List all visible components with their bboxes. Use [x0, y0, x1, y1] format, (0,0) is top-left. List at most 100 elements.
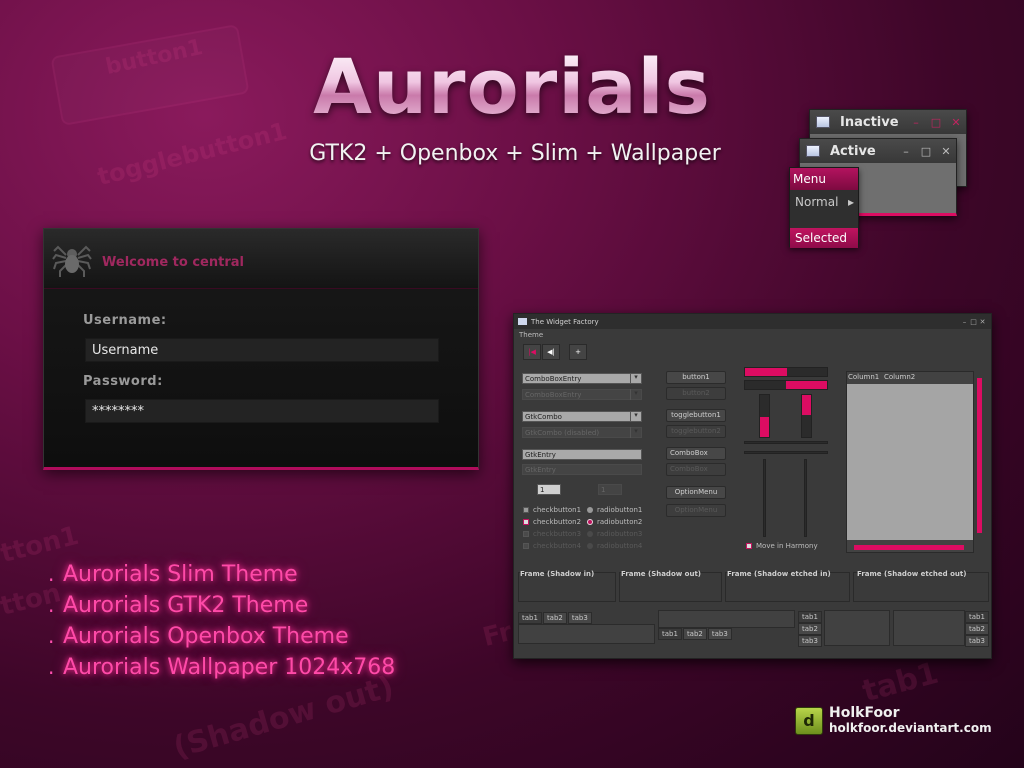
tab-tab2[interactable]: tab2 [542, 612, 567, 624]
gtk-combo[interactable]: GtkCombo ▾ [522, 411, 642, 422]
move-in-harmony-checkbox[interactable]: Move in Harmony [746, 542, 818, 550]
minimize-icon[interactable]: – [896, 145, 916, 158]
tab-tab3[interactable]: tab3 [707, 628, 732, 640]
widget-factory-titlebar[interactable]: The Widget Factory – □ ✕ [514, 314, 991, 329]
minimize-icon[interactable]: – [960, 318, 969, 326]
author-site[interactable]: holkfoor.deviantart.com [829, 721, 992, 735]
tab-tab3[interactable]: tab3 [567, 612, 592, 624]
combobox-entry-text: ComboBoxEntry [525, 375, 582, 383]
togglebutton1[interactable]: togglebutton1 [666, 409, 726, 422]
menu-item-selected[interactable]: Selected [790, 228, 858, 248]
tree-column-header[interactable]: Column1 [848, 373, 879, 381]
close-icon[interactable]: ✕ [936, 145, 956, 158]
radio-icon [587, 531, 593, 537]
add-icon[interactable]: + [569, 344, 587, 360]
notebook-right [893, 610, 965, 646]
checkbutton-label: checkbutton4 [533, 542, 582, 550]
tree-column-header[interactable]: Column2 [884, 373, 915, 381]
progress-fill [786, 381, 827, 389]
tab-tab2[interactable]: tab2 [965, 623, 989, 635]
combobox-entry[interactable]: ComboBoxEntry ▾ [522, 373, 642, 384]
tree-view-body[interactable] [847, 384, 973, 540]
checkbutton3: checkbutton3 [523, 530, 581, 538]
window-icon [816, 116, 830, 128]
submenu-arrow-icon: ▸ [847, 195, 854, 209]
password-field[interactable]: ******** [85, 399, 439, 423]
close-icon[interactable]: ✕ [946, 116, 966, 129]
menu-item-normal[interactable]: Normal ▸ [790, 192, 858, 212]
list-item: . Aurorials Openbox Theme [48, 624, 395, 655]
horizontal-scrollbar[interactable] [854, 545, 964, 550]
tab-tab1[interactable]: tab1 [518, 612, 542, 624]
radiobutton-label: radiobutton3 [597, 530, 643, 538]
author-text: HolkFoor holkfoor.deviantart.com [829, 705, 992, 736]
tab-tab3[interactable]: tab3 [965, 635, 989, 647]
checkbutton1[interactable]: checkbutton1 [523, 506, 581, 514]
chevron-down-icon[interactable]: ▾ [630, 373, 641, 384]
spin-button[interactable]: 1 [537, 484, 561, 495]
author-credit: d HolkFoor holkfoor.deviantart.com [795, 706, 992, 735]
menu-item-label: Normal [795, 195, 839, 209]
gtk-combo-disabled: GtkCombo (disabled) ▾ [522, 427, 642, 438]
tab-tab1[interactable]: tab1 [658, 628, 682, 640]
frame-label: Frame (Shadow etched in) [727, 570, 831, 578]
checkbutton4: checkbutton4 [523, 542, 581, 550]
menu-theme[interactable]: Theme [519, 331, 543, 339]
gtk-entry-disabled: GtkEntry [522, 464, 642, 475]
slim-header: Welcome to central [44, 229, 478, 289]
option-menu[interactable]: OptionMenu [666, 486, 726, 499]
chevron-down-icon[interactable]: ▾ [630, 411, 641, 422]
slim-login-panel: Welcome to central Username: Username Pa… [43, 228, 479, 470]
feature-list: . Aurorials Slim Theme . Aurorials GTK2 Th… [48, 562, 395, 686]
checkbutton2[interactable]: checkbutton2 [523, 518, 581, 526]
radio-icon [587, 543, 593, 549]
radiobutton-label: radiobutton2 [597, 518, 643, 526]
combobox[interactable]: ComboBox [666, 447, 726, 460]
username-field[interactable]: Username [85, 338, 439, 362]
tab-tab1[interactable]: tab1 [965, 611, 989, 623]
vertical-scrollbar[interactable] [977, 378, 982, 533]
feature-text: Aurorials Slim Theme [63, 562, 298, 587]
list-item: . Aurorials GTK2 Theme [48, 593, 395, 624]
maximize-icon[interactable]: □ [969, 318, 978, 326]
button1[interactable]: button1 [666, 371, 726, 384]
tab-tab2[interactable]: tab2 [798, 623, 822, 635]
tab-tab1[interactable]: tab1 [798, 611, 822, 623]
inactive-window-titlebar[interactable]: Inactive – □ ✕ [810, 110, 966, 134]
close-icon[interactable]: ✕ [978, 318, 987, 326]
spider-icon [52, 245, 92, 277]
list-item: . Aurorials Slim Theme [48, 562, 395, 593]
first-icon[interactable]: |◀ [523, 344, 541, 360]
list-item: . Aurorials Wallpaper 1024x768 [48, 655, 395, 686]
minimize-icon[interactable]: – [906, 116, 926, 129]
bullet: . [48, 562, 55, 586]
active-window-titlebar[interactable]: Active – □ ✕ [800, 139, 956, 163]
maximize-icon[interactable]: □ [926, 116, 946, 129]
maximize-icon[interactable]: □ [916, 145, 936, 158]
checkbutton-label: checkbutton2 [533, 518, 582, 526]
notebook-bottom [658, 610, 795, 628]
previous-icon[interactable]: ◀| [542, 344, 560, 360]
radiobutton2[interactable]: radiobutton2 [587, 518, 642, 526]
radiobutton1[interactable]: radiobutton1 [587, 506, 642, 514]
chevron-down-icon: ▾ [630, 389, 641, 400]
vertical-slider[interactable] [763, 459, 766, 537]
tab-tab2[interactable]: tab2 [682, 628, 707, 640]
openbox-menu: Menu Normal ▸ Selected [789, 167, 859, 248]
togglebutton2: togglebutton2 [666, 425, 726, 438]
tab-tab3[interactable]: tab3 [798, 635, 822, 647]
bullet: . [48, 624, 55, 648]
notebook-top-tabs: tab1 tab2 tab3 [518, 612, 593, 624]
menu-title: Menu [790, 168, 858, 190]
horizontal-slider[interactable] [744, 441, 828, 444]
vertical-slider[interactable] [804, 459, 807, 537]
frame-label: Frame (Shadow out) [621, 570, 701, 578]
frame-label: Frame (Shadow etched out) [857, 570, 967, 578]
window-icon [518, 318, 527, 325]
notebook-top [518, 624, 655, 644]
notebook-bottom-tabs: tab1 tab2 tab3 [658, 628, 733, 640]
gtk-combo-text: GtkCombo (disabled) [525, 429, 600, 437]
gtk-entry[interactable]: GtkEntry [522, 449, 642, 460]
horizontal-slider[interactable] [744, 451, 828, 454]
author-name: HolkFoor [829, 705, 900, 721]
